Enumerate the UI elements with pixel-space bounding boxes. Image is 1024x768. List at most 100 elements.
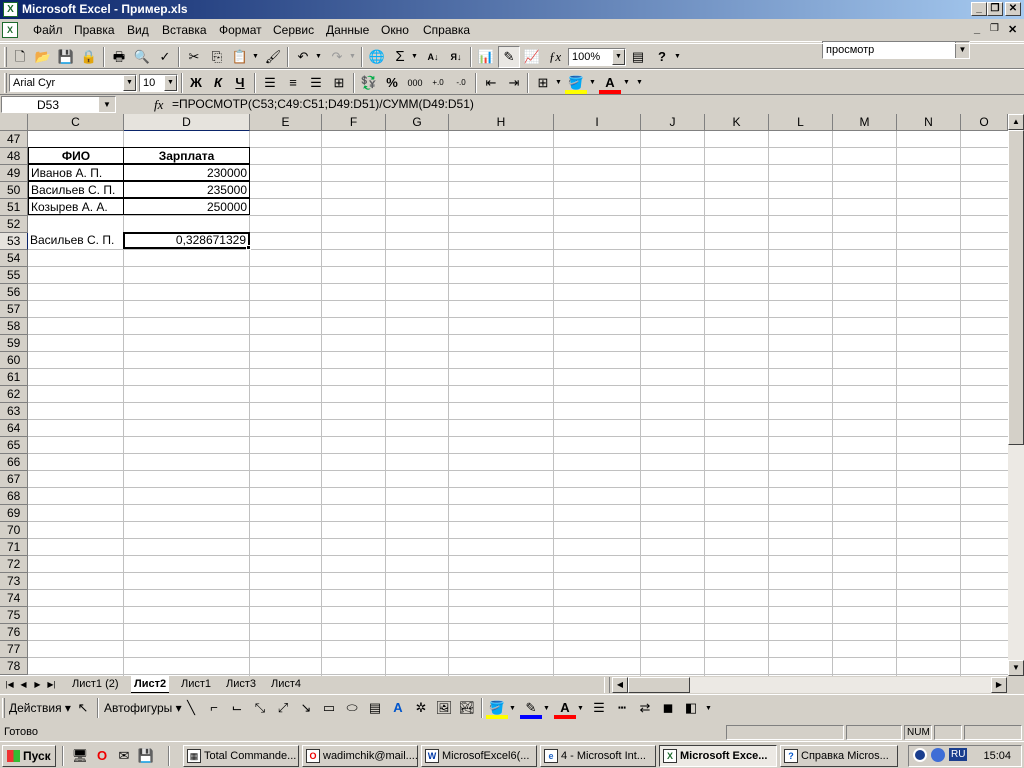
hyperlink-icon[interactable]: 🌐 <box>366 46 388 68</box>
arrow-style-icon[interactable]: ⇄ <box>634 697 656 719</box>
task-word-document[interactable]: W MicrosofExcel6(... <box>421 745 537 767</box>
spelling-icon[interactable]: ✓ <box>154 46 176 68</box>
scroll-down-icon[interactable]: ▼ <box>1008 660 1024 676</box>
row-header-65[interactable]: 65 <box>0 437 28 454</box>
row-header-76[interactable]: 76 <box>0 624 28 641</box>
row-header-71[interactable]: 71 <box>0 539 28 556</box>
row-header-48[interactable]: 48 <box>0 148 28 165</box>
menu-window[interactable]: Окно <box>381 23 409 37</box>
sheet-tab[interactable]: Лист1 (2) <box>69 676 122 693</box>
doc-minimize-button[interactable]: _ <box>974 23 980 35</box>
toolbar-grip[interactable] <box>4 47 7 67</box>
increase-decimal-icon[interactable]: +.0 <box>427 72 449 94</box>
horizontal-scrollbar[interactable]: ◀ ▶ <box>612 677 1007 693</box>
font-name-select[interactable]: Arial Cyr ▼ <box>9 74 137 92</box>
row-header-57[interactable]: 57 <box>0 301 28 318</box>
sort-ascending-icon[interactable]: А↓ <box>422 46 444 68</box>
toolbar-options-icon[interactable]: ▼ <box>705 705 712 712</box>
row-header-75[interactable]: 75 <box>0 607 28 624</box>
new-document-icon[interactable]: 🗋 <box>9 46 31 68</box>
menu-view[interactable]: Вид <box>127 23 149 37</box>
row-header-59[interactable]: 59 <box>0 335 28 352</box>
toolbar-grip[interactable] <box>2 698 5 718</box>
chevron-down-icon[interactable]: ▼ <box>349 53 356 60</box>
column-header-l[interactable]: L <box>769 114 833 131</box>
reading-icon[interactable]: ▤ <box>627 46 649 68</box>
select-objects-icon[interactable]: ↖ <box>72 697 94 719</box>
chevron-down-icon[interactable]: ▼ <box>411 53 418 60</box>
elbow-connector-icon[interactable]: ⌙ <box>226 697 248 719</box>
dash-style-icon[interactable]: ┅ <box>611 697 633 719</box>
fill-color-icon[interactable]: 🪣 <box>565 72 587 94</box>
cell-c53[interactable]: Васильев С. П. <box>28 232 124 249</box>
sheet-tab-active[interactable]: Лист2 <box>131 676 170 693</box>
toolbar-grip[interactable] <box>4 73 7 93</box>
chevron-down-icon[interactable]: ▼ <box>164 75 177 91</box>
rectangle-icon[interactable]: ▭ <box>318 697 340 719</box>
insert-picture-icon[interactable]: 🏞 <box>456 697 478 719</box>
task-excel-active[interactable]: X Microsoft Exce... <box>659 745 777 767</box>
chevron-down-icon[interactable]: ▼ <box>612 49 625 65</box>
start-button[interactable]: Пуск <box>2 745 56 767</box>
menu-help[interactable]: Справка <box>423 23 470 37</box>
prev-sheet-icon[interactable]: ◀ <box>18 677 29 693</box>
close-button[interactable]: ✕ <box>1005 2 1021 16</box>
save-launcher-icon[interactable]: 💾 <box>136 745 156 767</box>
font-size-select[interactable]: 10 ▼ <box>139 74 178 92</box>
insert-function-label[interactable]: fx <box>154 97 163 113</box>
vertical-scroll-thumb[interactable] <box>1008 130 1024 445</box>
sheet-tab[interactable]: Лист1 <box>178 676 214 693</box>
row-header-60[interactable]: 60 <box>0 352 28 369</box>
column-header-i[interactable]: I <box>554 114 641 131</box>
sort-descending-icon[interactable]: Я↓ <box>445 46 467 68</box>
chevron-down-icon[interactable]: ▼ <box>123 75 136 91</box>
shadow-icon[interactable]: ◼ <box>657 697 679 719</box>
row-header-66[interactable]: 66 <box>0 454 28 471</box>
double-arrow-icon[interactable]: ⤢ <box>272 697 294 719</box>
excel-app-icon[interactable]: X <box>3 2 18 17</box>
decrease-decimal-icon[interactable]: -.0 <box>450 72 472 94</box>
chevron-down-icon[interactable]: ▼ <box>623 79 630 86</box>
menu-format[interactable]: Формат <box>219 23 262 37</box>
copy-icon[interactable]: ⎘ <box>206 46 228 68</box>
column-header-m[interactable]: M <box>833 114 897 131</box>
chart-icon[interactable]: 📈 <box>521 46 543 68</box>
thousands-button[interactable]: 000 <box>404 72 426 94</box>
chevron-down-icon[interactable]: ▼ <box>509 705 516 712</box>
cell-d48[interactable]: Зарплата <box>123 147 250 164</box>
permission-icon[interactable]: 🔒 <box>78 46 100 68</box>
autosum-icon[interactable]: Σ <box>389 46 411 68</box>
menu-edit[interactable]: Правка <box>74 23 115 37</box>
row-header-78[interactable]: 78 <box>0 658 28 675</box>
diagram-icon[interactable]: ✲ <box>410 697 432 719</box>
sheet-tab[interactable]: Лист4 <box>268 676 304 693</box>
spreadsheet-grid[interactable]: CDEFGHIJKLMNO 47 48 49 50 51 52 53 54 55 56 57 58 59… <box>0 114 1008 676</box>
chevron-down-icon[interactable]: ▼ <box>543 705 550 712</box>
tab-split-handle[interactable] <box>604 677 610 693</box>
row-header-63[interactable]: 63 <box>0 403 28 420</box>
column-header-d[interactable]: D <box>124 114 250 131</box>
chevron-down-icon[interactable]: ▼ <box>555 79 562 86</box>
chevron-down-icon[interactable]: ▼ <box>99 97 115 112</box>
column-header-g[interactable]: G <box>386 114 449 131</box>
fill-color-icon[interactable]: 🪣 <box>486 697 508 719</box>
first-sheet-icon[interactable]: |◀ <box>4 677 15 693</box>
outlook-icon[interactable]: ✉ <box>114 745 134 767</box>
cell-d49[interactable]: 230000 <box>123 164 250 181</box>
chevron-down-icon[interactable]: ▼ <box>674 53 681 60</box>
doc-close-button[interactable]: ✕ <box>1008 23 1017 36</box>
row-header-47[interactable]: 47 <box>0 131 28 148</box>
row-header-68[interactable]: 68 <box>0 488 28 505</box>
row-header-73[interactable]: 73 <box>0 573 28 590</box>
scroll-left-icon[interactable]: ◀ <box>612 677 628 693</box>
arrow-icon[interactable]: ↘ <box>295 697 317 719</box>
chevron-down-icon[interactable]: ▼ <box>252 53 259 60</box>
clipart-icon[interactable]: 🖼 <box>433 697 455 719</box>
column-header-f[interactable]: F <box>322 114 386 131</box>
decrease-indent-icon[interactable]: ⇤ <box>480 72 502 94</box>
row-header-77[interactable]: 77 <box>0 641 28 658</box>
horizontal-scroll-thumb[interactable] <box>628 677 690 693</box>
row-header-52[interactable]: 52 <box>0 216 28 233</box>
paste-icon[interactable]: 📋 <box>229 46 251 68</box>
italic-button[interactable]: К <box>207 72 229 94</box>
